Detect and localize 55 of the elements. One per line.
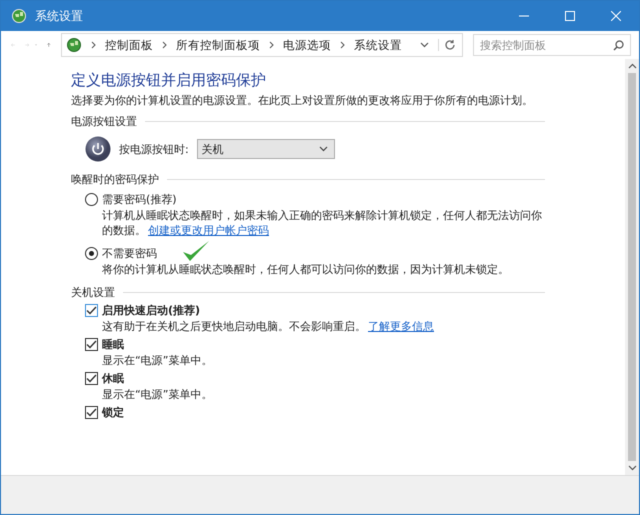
- chevron-down-icon[interactable]: [420, 42, 429, 48]
- option-description: 计算机从睡眠状态唤醒时，如果未输入正确的密码来解除计算机锁定，任何人都无法访问你的数据。 创建或更改用户帐户密码: [101, 208, 543, 238]
- breadcrumb-item[interactable]: 控制面板: [105, 38, 153, 52]
- power-icon: [85, 136, 111, 162]
- password-link[interactable]: 创建或更改用户帐户密码: [148, 224, 269, 237]
- breadcrumb-item[interactable]: 系统设置: [354, 38, 402, 52]
- section-title: 关机设置: [71, 284, 115, 300]
- learn-more-link[interactable]: 了解更多信息: [368, 320, 434, 333]
- radio-button[interactable]: [85, 247, 98, 260]
- scrollbar[interactable]: [625, 59, 639, 475]
- power-button-label: 按电源按钮时:: [119, 142, 189, 156]
- checkbox[interactable]: [85, 372, 98, 385]
- power-action-dropdown[interactable]: 关机: [196, 139, 335, 159]
- check-mark-icon: [181, 238, 211, 262]
- option-description: 显示在“电源”菜单中。: [101, 387, 214, 402]
- option-description: 这有助于在关机之后更快地启动电脑。不会影响重启。 了解更多信息: [101, 319, 435, 334]
- option-label: 需要密码(推荐): [102, 192, 177, 207]
- radio-button[interactable]: [85, 193, 98, 206]
- caret-icon: [318, 146, 328, 152]
- window-title: 系统设置: [35, 8, 83, 24]
- check-icon: [86, 408, 97, 417]
- search-field[interactable]: 搜索控制面板: [473, 34, 631, 56]
- breadcrumb-item[interactable]: 电源选项: [283, 38, 331, 52]
- search-icon: [613, 40, 624, 51]
- refresh-icon[interactable]: [438, 39, 456, 51]
- address-bar[interactable]: 控制面板 所有控制面板项 电源选项 系统设置: [61, 33, 463, 57]
- chevron-right-icon: [162, 41, 167, 49]
- close-icon: [611, 11, 621, 21]
- option-label: 不需要密码: [102, 246, 157, 261]
- minimize-icon: [519, 15, 529, 17]
- option-description: 显示在“电源”菜单中。: [101, 353, 214, 368]
- chevron-right-icon: [91, 41, 96, 49]
- option-label: 睡眠: [102, 337, 124, 352]
- globe-icon: [11, 8, 27, 24]
- check-icon: [86, 340, 97, 349]
- scroll-up-icon[interactable]: [628, 63, 636, 69]
- option-label: 锁定: [102, 405, 124, 420]
- check-icon: [86, 374, 97, 383]
- check-icon: [86, 306, 97, 315]
- section-title: 电源按钮设置: [71, 114, 137, 128]
- option-label: 启用快速启动(推荐): [102, 303, 200, 318]
- page-heading: 定义电源按钮并启用密码保护: [71, 71, 267, 90]
- option-label: 休眠: [102, 371, 124, 386]
- breadcrumb-item[interactable]: 所有控制面板项: [176, 38, 260, 52]
- checkbox[interactable]: [85, 338, 98, 351]
- page-description: 选择要为你的计算机设置的电源设置。在此页上对设置所做的更改将应用于你所有的电源计划。: [71, 93, 534, 108]
- maximize-icon: [565, 11, 575, 21]
- scroll-down-icon[interactable]: [628, 465, 636, 471]
- globe-icon: [66, 37, 82, 53]
- chevron-right-icon: [269, 41, 274, 49]
- option-description: 将你的计算机从睡眠状态唤醒时，任何人都可以访问你的数据，因为计算机未锁定。: [101, 262, 510, 277]
- section-title: 唤醒时的密码保护: [71, 172, 159, 186]
- checkbox[interactable]: [85, 406, 98, 419]
- checkbox[interactable]: [85, 304, 98, 317]
- chevron-right-icon: [340, 41, 345, 49]
